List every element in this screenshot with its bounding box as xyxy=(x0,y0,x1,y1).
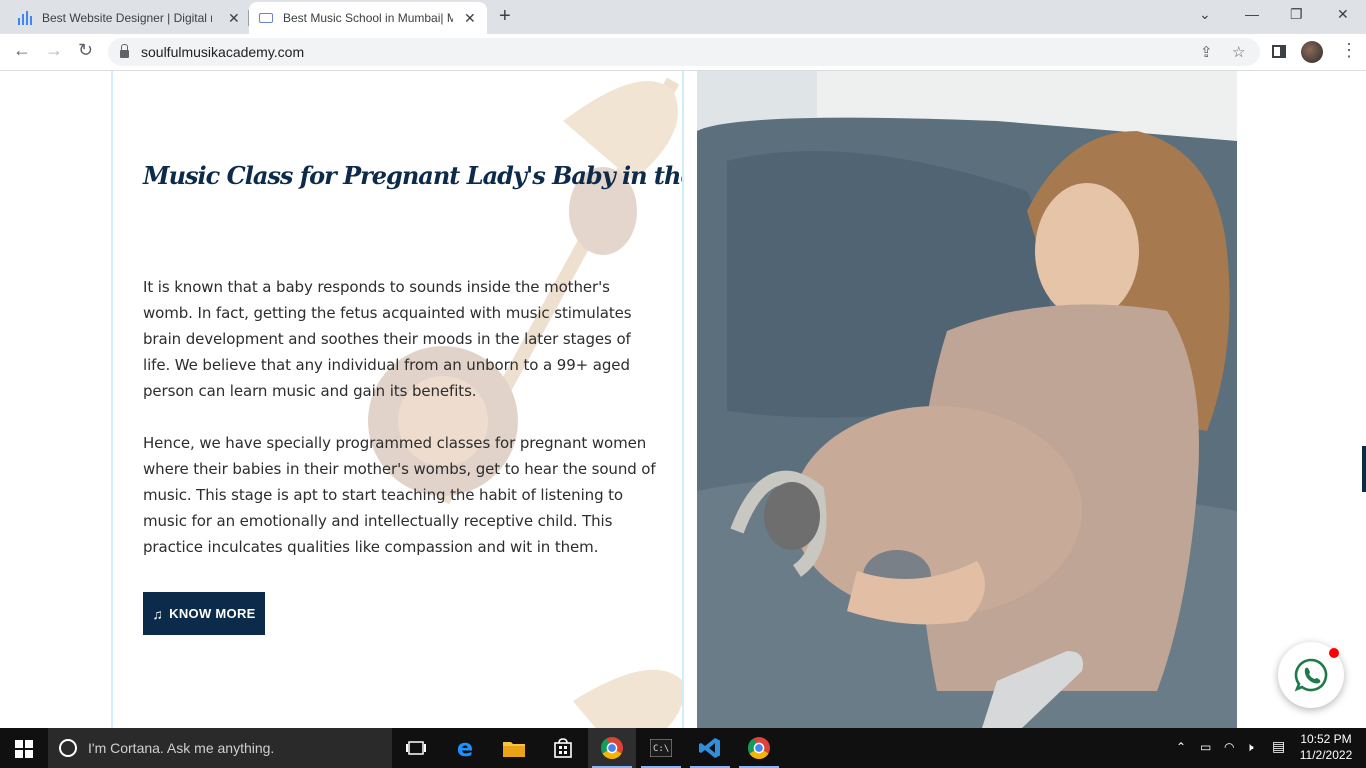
store-icon[interactable] xyxy=(539,728,587,768)
know-more-button[interactable]: ♫ KNOW MORE xyxy=(143,592,265,635)
svg-text:C:\: C:\ xyxy=(653,744,669,754)
url-text[interactable]: soulfulmusikacademy.com xyxy=(141,44,304,60)
edge-icon[interactable]: e xyxy=(441,728,489,768)
tray-chevron-icon[interactable]: ⌃ xyxy=(1176,740,1186,754)
address-bar[interactable]: soulfulmusikacademy.com ⇪ ☆ xyxy=(108,38,1260,66)
clock-date: 11/2/2022 xyxy=(1299,748,1353,762)
know-more-label: KNOW MORE xyxy=(169,606,256,621)
classes-paragraph: Hence, we have specially programmed clas… xyxy=(143,434,656,556)
section-heading: Music Class for Pregnant Lady's Baby in … xyxy=(143,161,682,190)
music-note-icon: ♫ xyxy=(152,605,164,622)
reload-icon[interactable]: ↻ xyxy=(78,40,93,61)
scroll-indicator[interactable] xyxy=(1362,446,1366,492)
tab-title: Best Website Designer | Digital m xyxy=(42,11,212,25)
clock-time: 10:52 PM xyxy=(1300,732,1352,746)
content-card: Music Class for Pregnant Lady's Baby in … xyxy=(111,71,684,728)
site-logo-icon xyxy=(259,13,273,23)
share-icon[interactable]: ⇪ xyxy=(1200,43,1213,61)
whatsapp-icon xyxy=(1294,658,1328,692)
tab-title: Best Music School in Mumbai| M xyxy=(283,11,453,25)
whatsapp-chat-button[interactable] xyxy=(1278,642,1344,708)
back-icon[interactable]: ← xyxy=(13,40,31,61)
file-explorer-icon[interactable] xyxy=(490,728,538,768)
lock-icon[interactable] xyxy=(120,44,129,58)
side-panel-icon[interactable] xyxy=(1272,45,1286,58)
photo-illustration xyxy=(697,71,1237,728)
minimize-icon[interactable]: — xyxy=(1245,6,1259,22)
volume-icon[interactable]: 🕨 xyxy=(1246,740,1254,755)
vscode-icon[interactable] xyxy=(686,728,734,768)
web-page: Music Class for Pregnant Lady's Baby in … xyxy=(0,71,1366,728)
pregnant-woman-photo xyxy=(697,71,1237,728)
battery-icon[interactable]: ▭ xyxy=(1200,740,1211,754)
task-view-icon[interactable] xyxy=(392,728,440,768)
profile-avatar[interactable] xyxy=(1301,41,1323,63)
window-close-icon[interactable]: ✕ xyxy=(1337,6,1349,23)
wifi-icon[interactable]: ◠ xyxy=(1224,740,1234,754)
menu-kebab-icon[interactable]: ⋮ xyxy=(1340,40,1358,61)
new-tab-icon[interactable]: + xyxy=(499,5,511,28)
notification-dot xyxy=(1329,648,1339,658)
forward-icon[interactable]: → xyxy=(45,40,63,61)
intro-paragraph: It is known that a baby responds to soun… xyxy=(143,278,632,400)
tab-strip: Best Website Designer | Digital m ✕ Best… xyxy=(0,0,1366,34)
cortana-search-box[interactable]: I'm Cortana. Ask me anything. xyxy=(48,728,392,768)
bookmark-star-icon[interactable]: ☆ xyxy=(1232,43,1245,61)
chrome-icon[interactable] xyxy=(735,728,783,768)
windows-taskbar: I'm Cortana. Ask me anything. e C:\ ⌃ ▭ … xyxy=(0,728,1366,768)
close-icon[interactable]: ✕ xyxy=(464,10,476,27)
terminal-icon[interactable]: C:\ xyxy=(637,728,685,768)
cortana-placeholder: I'm Cortana. Ask me anything. xyxy=(88,740,275,756)
browser-toolbar: ← → ↻ soulfulmusikacademy.com ⇪ ☆ ⋮ xyxy=(0,34,1366,71)
windows-start-icon[interactable] xyxy=(15,740,33,758)
restore-icon[interactable]: ❐ xyxy=(1290,6,1303,23)
tab-music-school[interactable]: Best Music School in Mumbai| M ✕ xyxy=(249,2,487,34)
cortana-icon xyxy=(59,739,77,757)
tab-website-designer[interactable]: Best Website Designer | Digital m ✕ xyxy=(8,2,248,34)
close-icon[interactable]: ✕ xyxy=(228,10,240,27)
chrome-active-icon[interactable] xyxy=(588,728,636,768)
system-clock[interactable]: 10:52 PM 11/2/2022 xyxy=(1296,731,1356,763)
bar-chart-icon xyxy=(18,11,32,25)
tab-search-icon[interactable]: ⌄ xyxy=(1199,6,1211,23)
notifications-icon[interactable]: ▤ xyxy=(1272,738,1285,755)
